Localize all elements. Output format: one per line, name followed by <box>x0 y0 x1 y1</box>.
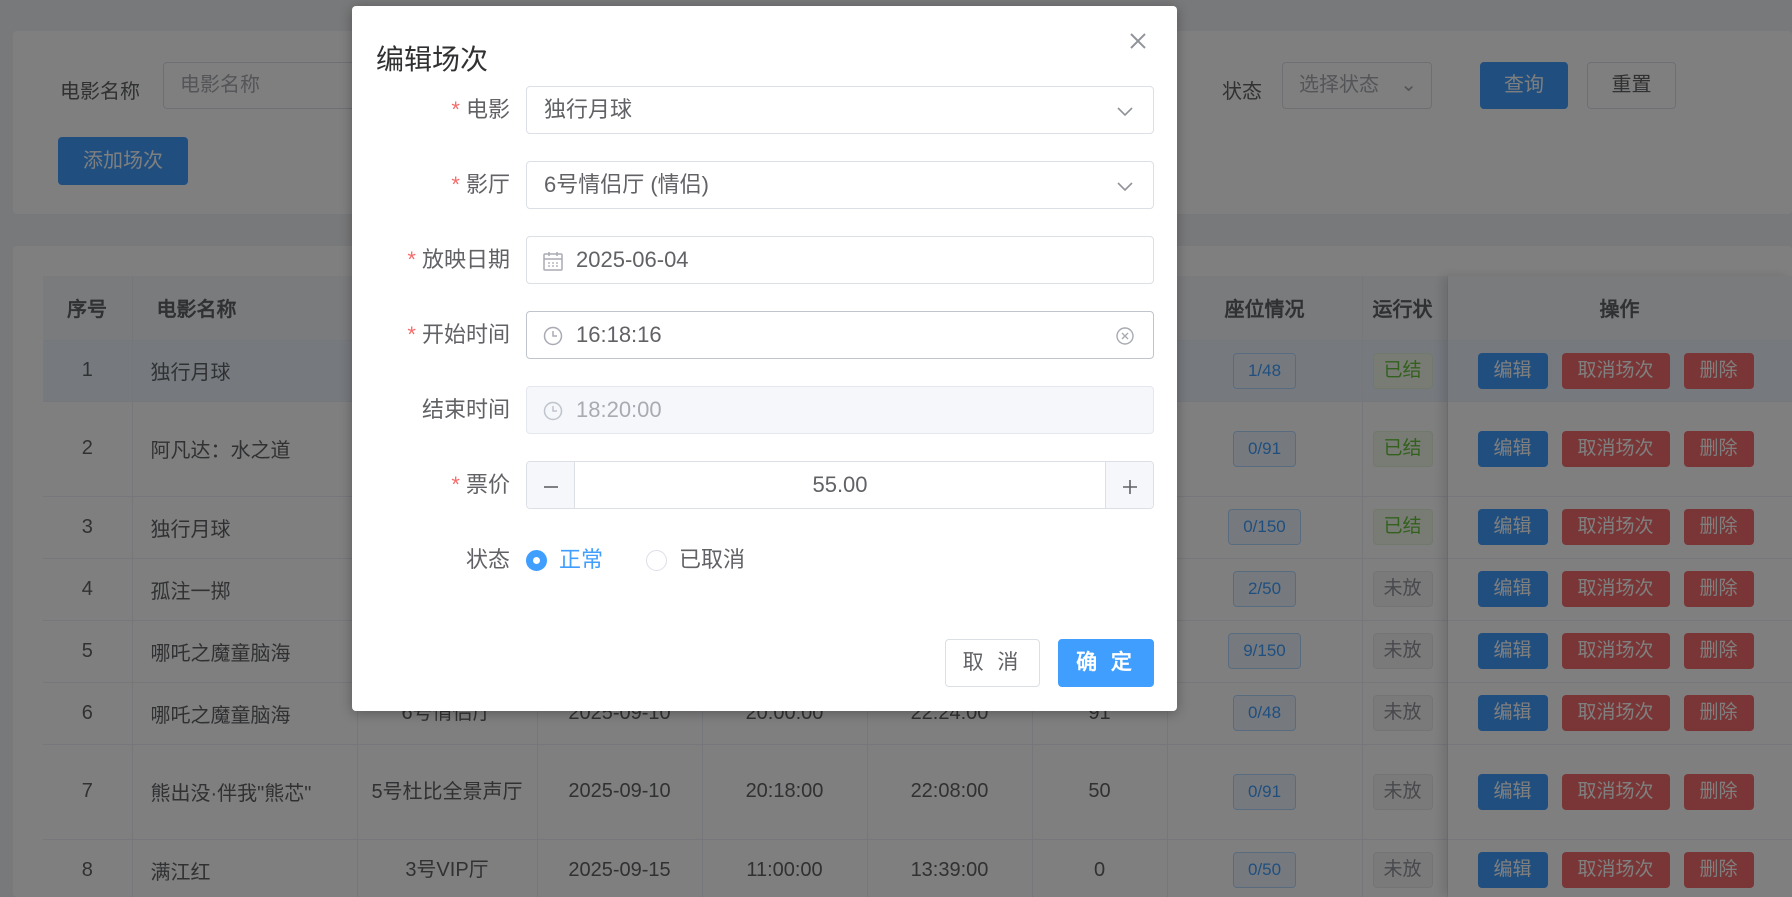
decrease-button[interactable] <box>527 462 575 508</box>
required-mark: * <box>451 472 460 497</box>
plus-icon <box>1122 480 1137 494</box>
price-stepper[interactable]: 55.00 <box>526 461 1154 509</box>
clear-circle-icon[interactable] <box>1115 326 1135 346</box>
price-field-label: * 票价 <box>451 461 510 509</box>
hall-label-text: 影厅 <box>465 172 510 197</box>
chevron-down-icon <box>1117 182 1133 192</box>
status-radio-cancelled[interactable]: 已取消 <box>646 536 745 584</box>
form-row-status: 状态 正常 已取消 <box>352 536 1177 584</box>
required-mark: * <box>407 322 416 347</box>
date-field-label: * 放映日期 <box>407 236 510 284</box>
cancel-button[interactable]: 取 消 <box>945 639 1040 687</box>
end-time-picker: 18:20:00 <box>526 386 1154 434</box>
movie-field-label: * 电影 <box>451 86 510 134</box>
increase-button[interactable] <box>1105 462 1153 508</box>
movie-select[interactable]: 独行月球 <box>526 86 1154 134</box>
hall-select[interactable]: 6号情侣厅 (情侣) <box>526 161 1154 209</box>
form-row-price: * 票价 55.00 <box>352 461 1177 509</box>
movie-select-value: 独行月球 <box>544 97 633 122</box>
start-time-picker[interactable]: 16:18:16 <box>526 311 1154 359</box>
close-icon[interactable] <box>1125 28 1151 54</box>
clock-icon <box>543 326 563 346</box>
minus-icon <box>543 486 558 488</box>
start-time-value: 16:18:16 <box>576 322 662 347</box>
end-time-field-label: 结束时间 <box>421 397 510 422</box>
confirm-button[interactable]: 确 定 <box>1058 639 1154 687</box>
radio-checked-icon <box>526 550 547 571</box>
required-mark: * <box>451 172 460 197</box>
status-radio-normal[interactable]: 正常 <box>526 536 603 584</box>
form-row-date: * 放映日期 2025-06-04 <box>352 236 1177 284</box>
form-row-start-time: * 开始时间 16:18:16 <box>352 311 1177 359</box>
hall-select-value: 6号情侣厅 (情侣) <box>544 172 710 197</box>
status-field-label: 状态 <box>465 547 510 572</box>
clock-icon <box>543 401 563 421</box>
calendar-icon <box>543 252 563 271</box>
status-radio-normal-label: 正常 <box>559 547 604 572</box>
form-row-hall: * 影厅 6号情侣厅 (情侣) <box>352 161 1177 209</box>
edit-showtime-dialog: 编辑场次 * 电影 独行月球 * 影厅 6号情侣厅 (情侣) * 放映日期 2025-… <box>352 6 1177 711</box>
status-radio-cancelled-label: 已取消 <box>679 547 746 572</box>
dialog-title: 编辑场次 <box>376 44 489 75</box>
date-picker[interactable]: 2025-06-04 <box>526 236 1154 284</box>
form-row-movie: * 电影 独行月球 <box>352 86 1177 134</box>
start-time-field-label: * 开始时间 <box>407 311 510 359</box>
chevron-down-icon <box>1117 107 1133 117</box>
date-label-text: 放映日期 <box>421 247 510 272</box>
date-picker-value: 2025-06-04 <box>576 247 689 272</box>
movie-label-text: 电影 <box>465 97 510 122</box>
hall-field-label: * 影厅 <box>451 161 510 209</box>
required-mark: * <box>407 247 416 272</box>
end-time-value: 18:20:00 <box>576 397 662 422</box>
price-label-text: 票价 <box>465 472 510 497</box>
form-row-end-time: 结束时间 18:20:00 <box>352 386 1177 434</box>
radio-unchecked-icon <box>646 550 667 571</box>
start-time-label-text: 开始时间 <box>421 322 510 347</box>
price-value[interactable]: 55.00 <box>575 462 1105 508</box>
required-mark: * <box>451 97 460 122</box>
